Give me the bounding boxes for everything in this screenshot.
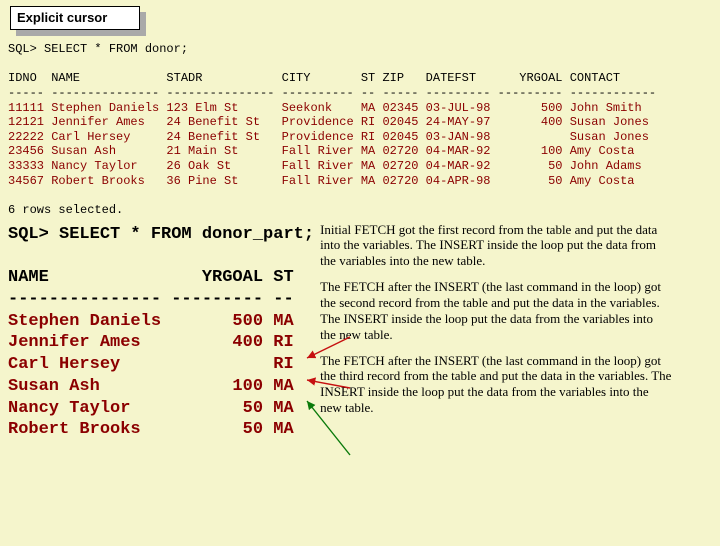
tbl1-row: 34567 Robert Brooks 36 Pine St Fall Rive… — [8, 174, 635, 188]
tbl2-row: Susan Ash 100 MA — [8, 377, 294, 396]
tbl1-row: 33333 Nancy Taylor 26 Oak St Fall River … — [8, 159, 642, 173]
tbl2-row: Carl Hersey RI — [8, 355, 294, 374]
tbl1-row: 11111 Stephen Daniels 123 Elm St Seekonk… — [8, 101, 642, 115]
lower-section: SQL> SELECT * FROM donor_part; NAME YRGO… — [0, 218, 720, 442]
sql1-prompt: SQL> SELECT * FROM donor; — [8, 42, 188, 56]
tbl1-heading: IDNO NAME STADR CITY ST ZIP DATEFST YRGO… — [8, 71, 620, 85]
tbl2-row: Jennifer Ames 400 RI — [8, 333, 294, 352]
rows-selected: 6 rows selected. — [8, 203, 123, 217]
tbl1-dashes: ----- --------------- --------------- --… — [8, 86, 656, 100]
tbl1-row: 23456 Susan Ash 21 Main St Fall River MA… — [8, 144, 635, 158]
tbl1-row: 12121 Jennifer Ames 24 Benefit St Provid… — [8, 115, 649, 129]
explain-p1: Initial FETCH got the first record from … — [320, 222, 672, 270]
tbl2-row: Nancy Taylor 50 MA — [8, 399, 294, 418]
sql-output-top: SQL> SELECT * FROM donor; IDNO NAME STAD… — [8, 42, 720, 218]
tbl2-row: Robert Brooks 50 MA — [8, 420, 294, 439]
sql-output-bottom: SQL> SELECT * FROM donor_part; NAME YRGO… — [8, 224, 314, 442]
explain-p2: The FETCH after the INSERT (the last com… — [320, 279, 672, 342]
explanation-column: Initial FETCH got the first record from … — [320, 222, 672, 426]
explain-p3: The FETCH after the INSERT (the last com… — [320, 353, 672, 416]
title-text: Explicit cursor — [10, 6, 140, 30]
tbl1-row: 22222 Carl Hersey 24 Benefit St Providen… — [8, 130, 649, 144]
tbl2-row: Stephen Daniels 500 MA — [8, 312, 294, 331]
title-box: Explicit cursor — [10, 6, 145, 34]
sql2-prompt: SQL> SELECT * FROM donor_part; — [8, 225, 314, 244]
tbl2-heading: NAME YRGOAL ST — [8, 268, 294, 287]
tbl2-dashes: --------------- --------- -- — [8, 290, 294, 309]
